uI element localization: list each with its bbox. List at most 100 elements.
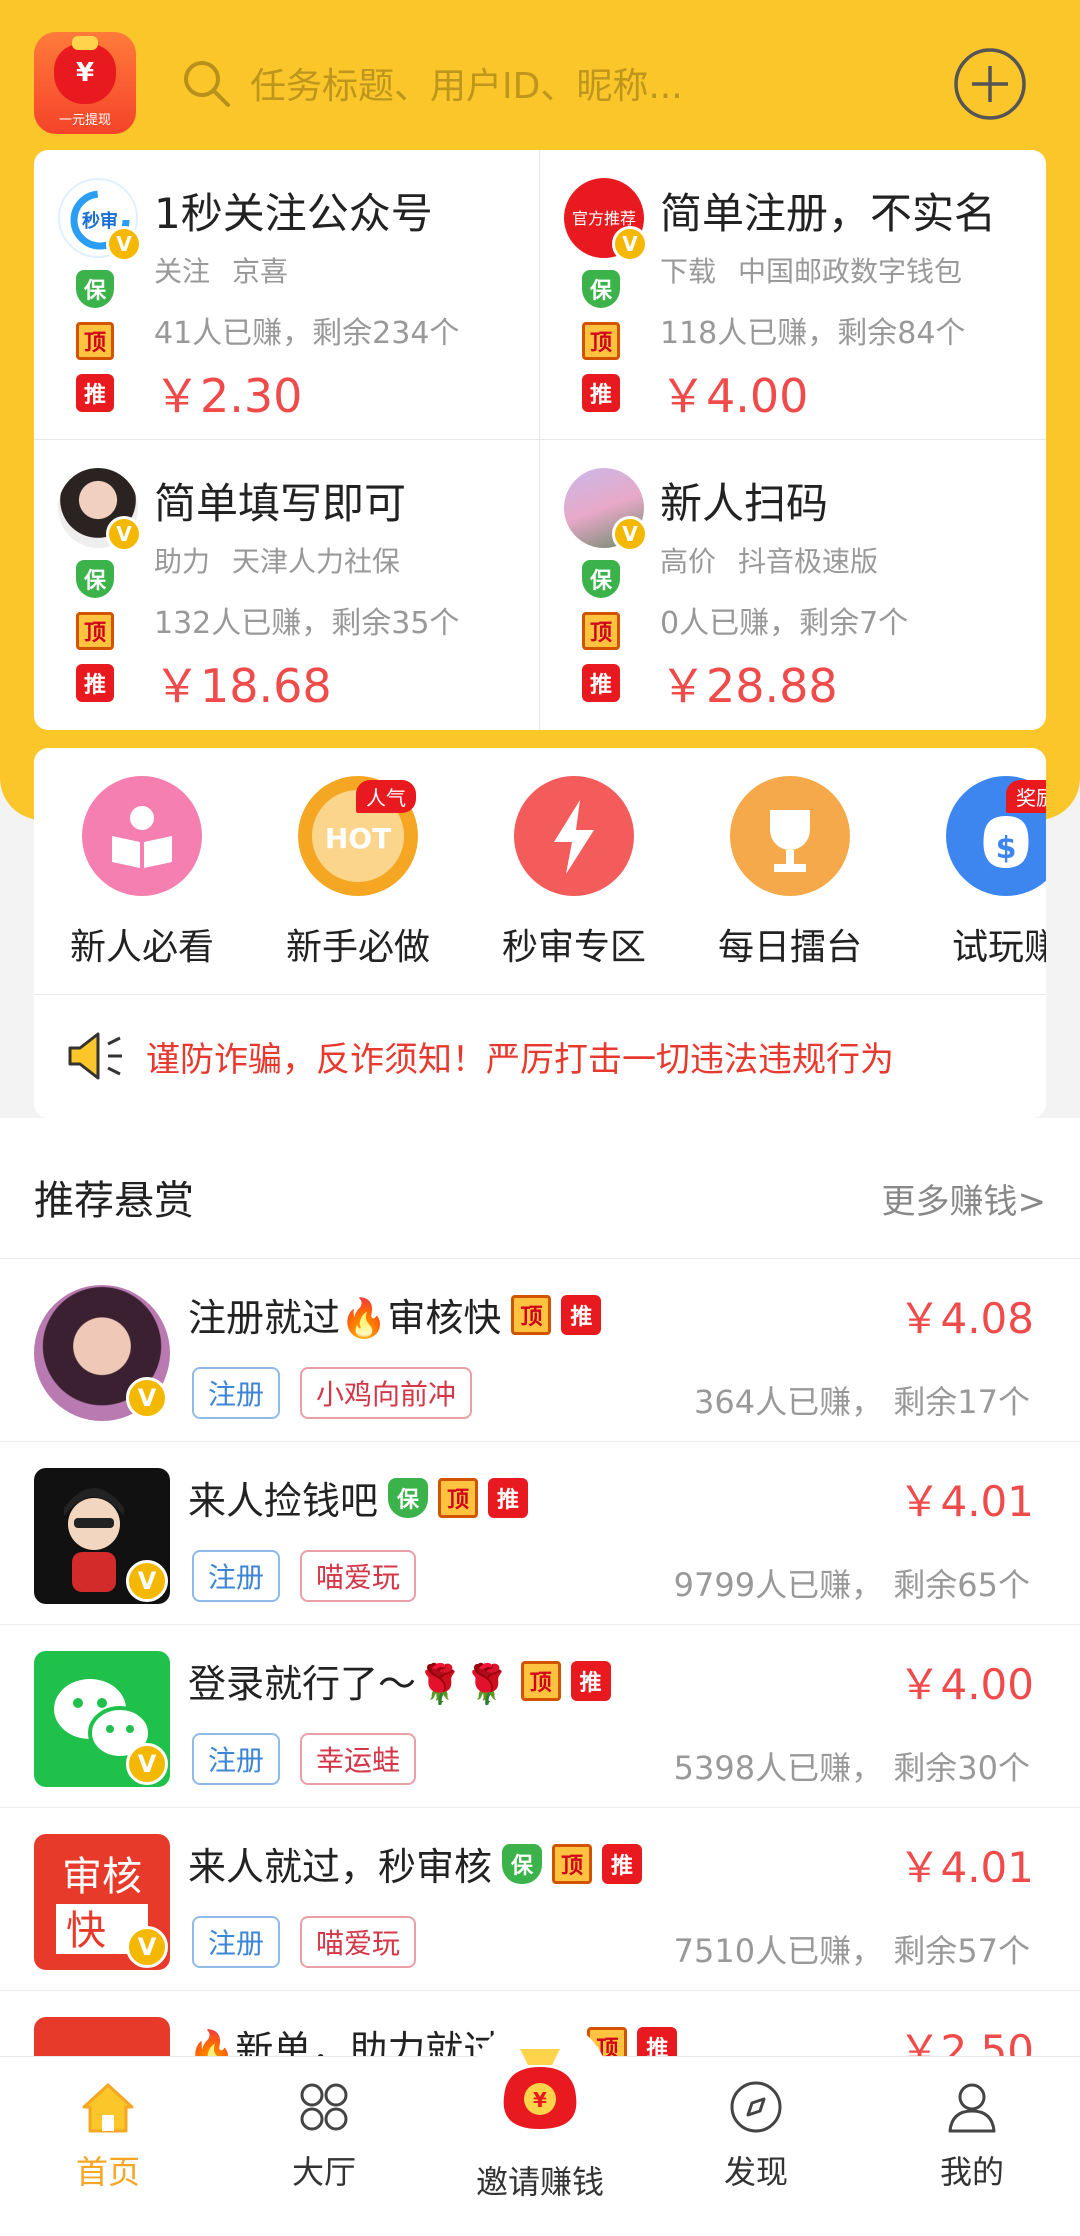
tab-label: 邀请赚钱 — [475, 2163, 604, 2201]
quick-entry-newbie-guide[interactable]: 新人必看 — [42, 776, 242, 970]
grid-icon — [300, 2083, 348, 2131]
quick-entry-label: 新人必看 — [69, 927, 214, 968]
quick-entry-instant-review[interactable]: 秒审专区 — [474, 776, 674, 970]
popular-tag: 人气 — [356, 780, 416, 813]
tab-profile[interactable]: 我的 — [892, 2077, 1052, 2193]
featured-task-card[interactable]: 秒审 V 保 顶 推 1秒关注公众号 关注 京喜 41人已赚，剩余234个 ￥2.… — [34, 150, 540, 440]
tab-label: 发现 — [723, 2153, 788, 2191]
earned-count: 9799人已赚， — [673, 1566, 884, 1604]
guarantee-badge: 保 — [388, 1477, 429, 1518]
task-price: ￥18.68 — [154, 659, 332, 713]
verified-icon: V — [106, 226, 142, 262]
svg-text:审核: 审核 — [62, 1854, 142, 1900]
task-app-tag: 小鸡向前冲 — [300, 1367, 473, 1419]
task-title: 简单注册，不实名 — [660, 189, 997, 238]
task-owner: 抖音极速版 — [738, 545, 879, 578]
verified-icon: V — [126, 1743, 168, 1785]
task-price: ￥4.01 — [898, 1843, 1034, 1892]
money-bag-icon: ¥ — [503, 2049, 577, 2129]
recommend-badge: 推 — [561, 1294, 602, 1335]
task-price: ￥28.88 — [660, 659, 838, 713]
notice-text: 谨防诈骗，反诈须知！严厉打击一切违法违规行为 — [146, 1039, 894, 1080]
compass-icon — [730, 2081, 782, 2133]
badge-column: 保 顶 推 — [582, 270, 620, 412]
task-price: ￥2.30 — [154, 369, 303, 423]
task-title: 新人扫码 — [660, 479, 829, 528]
featured-task-card[interactable]: V 保 顶 推 新人扫码 高价 抖音极速版 0人已赚，剩余7个 ￥28.88 — [540, 440, 1046, 730]
search-bar[interactable]: 任务标题、用户ID、昵称... — [180, 40, 940, 126]
svg-text:HOT: HOT — [325, 822, 391, 855]
search-input[interactable]: 任务标题、用户ID、昵称... — [250, 57, 683, 109]
add-icon[interactable] — [952, 46, 1028, 122]
bottom-tab-bar: 首页 大厅 ¥ 邀请赚钱 发现 我的 — [0, 2017, 1080, 2236]
task-row[interactable]: 审核快 V 来人就过，秒审核 保 顶 推 ￥4.01 注册 喵爱玩 7510人已… — [0, 1807, 1080, 1990]
divider — [34, 994, 1046, 995]
verified-icon: V — [612, 226, 648, 262]
tab-hall[interactable]: 大厅 — [244, 2077, 404, 2193]
guarantee-badge: 保 — [582, 560, 620, 598]
featured-task-card[interactable]: V 保 顶 推 简单填写即可 助力 天津人力社保 132人已赚，剩余35个 ￥18… — [34, 440, 540, 730]
logo-text: 一元提现 — [58, 113, 111, 128]
top-badge: 顶 — [552, 1843, 593, 1884]
quick-entry-panel: 新人必看 HOT 人气 新手必做 秒审专区 每日擂台 $ 奖励 — [34, 748, 1046, 1118]
task-type: 高价 — [660, 545, 717, 578]
quick-entry-row: 新人必看 HOT 人气 新手必做 秒审专区 每日擂台 $ 奖励 — [34, 776, 1046, 968]
notice-bar[interactable]: 谨防诈骗，反诈须知！严厉打击一切违法违规行为 — [64, 1016, 1044, 1096]
task-price: ￥4.01 — [898, 1477, 1034, 1526]
svg-text:$: $ — [996, 831, 1017, 866]
reward-tag: 奖励 — [1006, 780, 1046, 813]
task-app-tag: 幸运蛙 — [300, 1733, 417, 1785]
top-badge: 顶 — [520, 1660, 561, 1701]
task-row[interactable]: V 登录就行了～🌹🌹 顶 推 ￥4.00 注册 幸运蛙 5398人已赚， 剩余3… — [0, 1624, 1080, 1807]
task-stat: 9799人已赚， 剩余65个 — [674, 1560, 1030, 1606]
task-price: ￥4.00 — [660, 369, 809, 423]
quick-entry-trial-earn[interactable]: $ 奖励 试玩赚 — [906, 776, 1046, 970]
task-meta: 助力 天津人力社保 — [154, 540, 400, 580]
task-stat: 0人已赚，剩余7个 — [660, 606, 909, 641]
tab-discover[interactable]: 发现 — [676, 2077, 836, 2193]
verified-icon: V — [106, 516, 142, 552]
invite-button-bubble[interactable]: ¥ — [470, 2017, 610, 2157]
top-badge: 顶 — [76, 322, 114, 360]
remaining-count: 剩余57个 — [893, 1932, 1030, 1970]
task-row[interactable]: V 来人捡钱吧 保 顶 推 ￥4.01 注册 喵爱玩 9799人已赚， 剩余65… — [0, 1441, 1080, 1624]
recommend-badge: 推 — [488, 1477, 529, 1518]
featured-task-card[interactable]: 官方推荐 V 保 顶 推 简单注册，不实名 下载 中国邮政数字钱包 118人已赚，… — [540, 150, 1046, 440]
task-title: 注册就过🔥审核快 — [188, 1296, 502, 1340]
tab-label: 大厅 — [291, 2153, 356, 2191]
guarantee-badge: 保 — [76, 270, 114, 308]
task-type-tag: 注册 — [192, 1916, 281, 1968]
verified-icon: V — [126, 1377, 168, 1419]
task-title: 1秒关注公众号 — [154, 189, 433, 238]
task-stat: 364人已赚， 剩余17个 — [694, 1377, 1030, 1423]
recommend-badge: 推 — [582, 374, 620, 412]
user-icon — [948, 2083, 996, 2133]
money-bag-dollar-icon: $ 奖励 — [946, 776, 1046, 896]
task-tags: 注册 喵爱玩 — [192, 1916, 417, 1968]
task-stat: 5398人已赚， 剩余30个 — [674, 1743, 1030, 1789]
task-type-tag: 注册 — [192, 1367, 281, 1419]
money-bag-icon: ¥ — [54, 36, 116, 104]
megaphone-icon — [68, 1032, 122, 1080]
earned-count: 7510人已赚， — [673, 1932, 884, 1970]
task-row[interactable]: V 注册就过🔥审核快 顶 推 ￥4.08 注册 小鸡向前冲 364人已赚， 剩余… — [0, 1258, 1080, 1441]
task-title-line: 来人捡钱吧 保 顶 推 — [188, 1470, 529, 1525]
task-tags: 注册 小鸡向前冲 — [192, 1367, 473, 1419]
task-meta: 高价 抖音极速版 — [660, 540, 878, 580]
task-meta: 下载 中国邮政数字钱包 — [660, 250, 962, 290]
quick-entry-newbie-tasks[interactable]: HOT 人气 新手必做 — [258, 776, 458, 970]
app-logo[interactable]: ¥ 一元提现 — [34, 32, 136, 134]
verified-icon: V — [126, 1926, 168, 1968]
tab-invite[interactable]: 邀请赚钱 — [460, 2151, 620, 2203]
task-type: 助力 — [154, 545, 211, 578]
quick-entry-label: 每日擂台 — [717, 927, 862, 968]
tab-home[interactable]: 首页 — [28, 2077, 188, 2193]
search-icon — [184, 61, 230, 107]
logo-yen-symbol: ¥ — [75, 58, 95, 88]
more-earn-link[interactable]: 更多赚钱> — [882, 1174, 1047, 1223]
remaining-count: 剩余17个 — [893, 1383, 1030, 1421]
quick-entry-daily-arena[interactable]: 每日擂台 — [690, 776, 890, 970]
top-badge: 顶 — [76, 612, 114, 650]
task-stat: 7510人已赚， 剩余57个 — [674, 1926, 1030, 1972]
task-title: 登录就行了～🌹🌹 — [188, 1662, 511, 1706]
